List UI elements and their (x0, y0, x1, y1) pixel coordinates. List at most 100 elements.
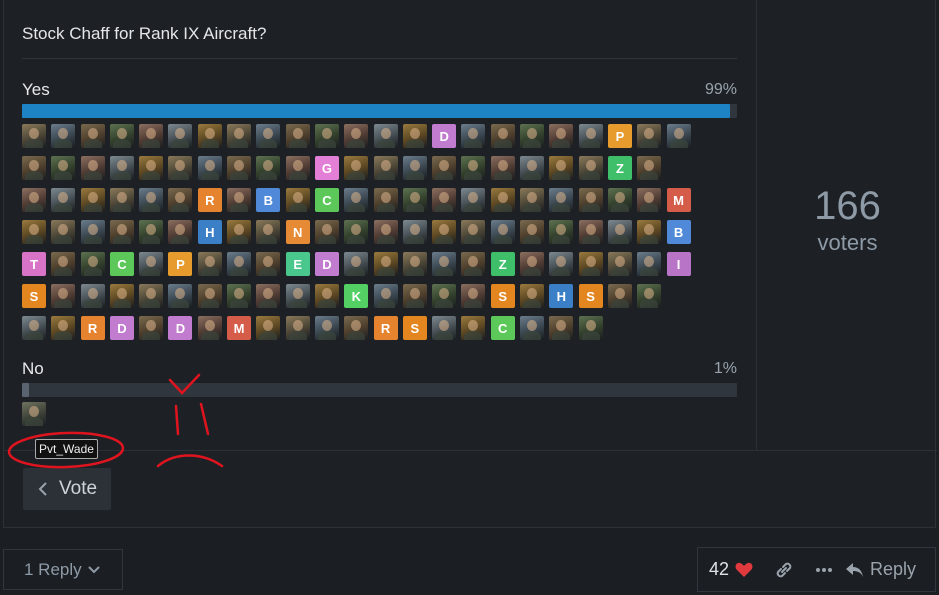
voter-avatar[interactable] (22, 402, 46, 426)
voter-avatar[interactable] (22, 220, 46, 244)
voter-avatar-letter[interactable]: E (285, 252, 310, 276)
voter-avatar-letter[interactable]: M (227, 316, 252, 340)
voter-avatar[interactable] (22, 316, 46, 340)
voter-avatar[interactable] (520, 220, 545, 244)
voter-avatar[interactable] (578, 156, 603, 180)
voter-avatar[interactable] (168, 156, 193, 180)
voter-avatar-letter[interactable]: T (22, 252, 46, 276)
voter-avatar[interactable] (344, 156, 369, 180)
voter-avatar[interactable] (285, 124, 310, 148)
voter-avatar[interactable] (197, 124, 222, 148)
voter-avatar[interactable] (549, 316, 574, 340)
voter-avatar[interactable] (578, 252, 603, 276)
voter-avatar[interactable] (607, 220, 632, 244)
voter-avatar[interactable] (285, 316, 310, 340)
copy-link-button[interactable] (775, 561, 793, 579)
voter-avatar[interactable] (461, 284, 486, 308)
voter-avatar[interactable] (139, 252, 164, 276)
voter-avatar[interactable] (139, 124, 164, 148)
voter-avatar[interactable] (520, 188, 545, 212)
voter-avatar[interactable] (227, 156, 252, 180)
voter-avatar[interactable] (344, 188, 369, 212)
voter-avatar[interactable] (373, 252, 398, 276)
voter-avatar-letter[interactable]: R (197, 188, 222, 212)
voter-avatar[interactable] (227, 124, 252, 148)
voter-avatar-letter[interactable]: D (432, 124, 457, 148)
voter-avatar[interactable] (461, 188, 486, 212)
voter-avatar-letter[interactable]: B (666, 220, 691, 244)
voter-avatar[interactable] (490, 188, 515, 212)
voter-avatar[interactable] (314, 284, 339, 308)
voter-avatar[interactable] (373, 124, 398, 148)
voter-avatar[interactable] (402, 188, 427, 212)
voter-avatar[interactable] (256, 220, 281, 244)
voter-avatar-letter[interactable]: Z (607, 156, 632, 180)
voter-avatar[interactable] (402, 220, 427, 244)
voter-avatar[interactable] (637, 284, 662, 308)
voter-avatar[interactable] (168, 284, 193, 308)
voter-avatar-letter[interactable]: R (80, 316, 105, 340)
more-button[interactable] (815, 567, 833, 573)
voter-avatar-letter[interactable]: C (314, 188, 339, 212)
voter-avatar[interactable] (373, 220, 398, 244)
voter-avatar[interactable] (197, 284, 222, 308)
like-button[interactable]: 42 (709, 559, 753, 580)
voter-avatar[interactable] (607, 252, 632, 276)
voter-avatar[interactable] (51, 124, 76, 148)
voter-avatar[interactable] (373, 284, 398, 308)
voter-avatar[interactable] (402, 156, 427, 180)
voter-avatar[interactable] (168, 188, 193, 212)
voter-avatar[interactable] (373, 188, 398, 212)
voter-avatar-letter[interactable]: S (490, 284, 515, 308)
voter-avatar-letter[interactable]: H (549, 284, 574, 308)
voter-avatar[interactable] (432, 284, 457, 308)
voter-avatar-letter[interactable]: B (256, 188, 281, 212)
voter-avatar[interactable] (109, 220, 134, 244)
voter-avatar[interactable] (197, 316, 222, 340)
voter-avatar[interactable] (607, 188, 632, 212)
voter-avatar[interactable] (314, 316, 339, 340)
voter-avatar[interactable] (637, 124, 662, 148)
voter-avatar[interactable] (490, 220, 515, 244)
voter-avatar[interactable] (109, 156, 134, 180)
voter-avatar[interactable] (256, 284, 281, 308)
voter-avatar[interactable] (80, 284, 105, 308)
voter-avatar[interactable] (344, 316, 369, 340)
voter-avatar[interactable] (256, 316, 281, 340)
voter-avatar[interactable] (51, 156, 76, 180)
voter-avatar[interactable] (139, 188, 164, 212)
voter-avatar[interactable] (549, 124, 574, 148)
voter-avatar[interactable] (432, 316, 457, 340)
voter-avatar[interactable] (51, 252, 76, 276)
voter-avatar-letter[interactable]: D (314, 252, 339, 276)
voter-avatar[interactable] (490, 156, 515, 180)
reply-button[interactable]: Reply (845, 559, 916, 580)
voter-avatar[interactable] (520, 252, 545, 276)
voter-avatar[interactable] (578, 220, 603, 244)
voter-avatar[interactable] (461, 156, 486, 180)
voter-avatar[interactable] (490, 124, 515, 148)
voter-avatar-letter[interactable]: H (197, 220, 222, 244)
voter-avatar[interactable] (314, 124, 339, 148)
voter-avatar[interactable] (197, 252, 222, 276)
voter-avatar-letter[interactable]: R (373, 316, 398, 340)
voter-avatar-letter[interactable]: S (578, 284, 603, 308)
voter-avatar[interactable] (637, 220, 662, 244)
voter-avatar[interactable] (461, 252, 486, 276)
voter-avatar[interactable] (109, 284, 134, 308)
reply-count-button[interactable]: 1 Reply (3, 549, 123, 590)
voter-avatar[interactable] (285, 188, 310, 212)
voter-avatar-letter[interactable]: C (490, 316, 515, 340)
voter-avatar[interactable] (168, 220, 193, 244)
voter-avatar[interactable] (51, 316, 76, 340)
voter-avatar[interactable] (22, 188, 46, 212)
voter-avatar[interactable] (402, 124, 427, 148)
voter-avatar[interactable] (51, 220, 76, 244)
voter-avatar[interactable] (666, 124, 691, 148)
voter-avatar[interactable] (344, 124, 369, 148)
voter-avatar[interactable] (51, 188, 76, 212)
voter-avatar[interactable] (549, 156, 574, 180)
voter-avatar[interactable] (637, 188, 662, 212)
voter-avatar[interactable] (549, 252, 574, 276)
voter-avatar[interactable] (520, 156, 545, 180)
